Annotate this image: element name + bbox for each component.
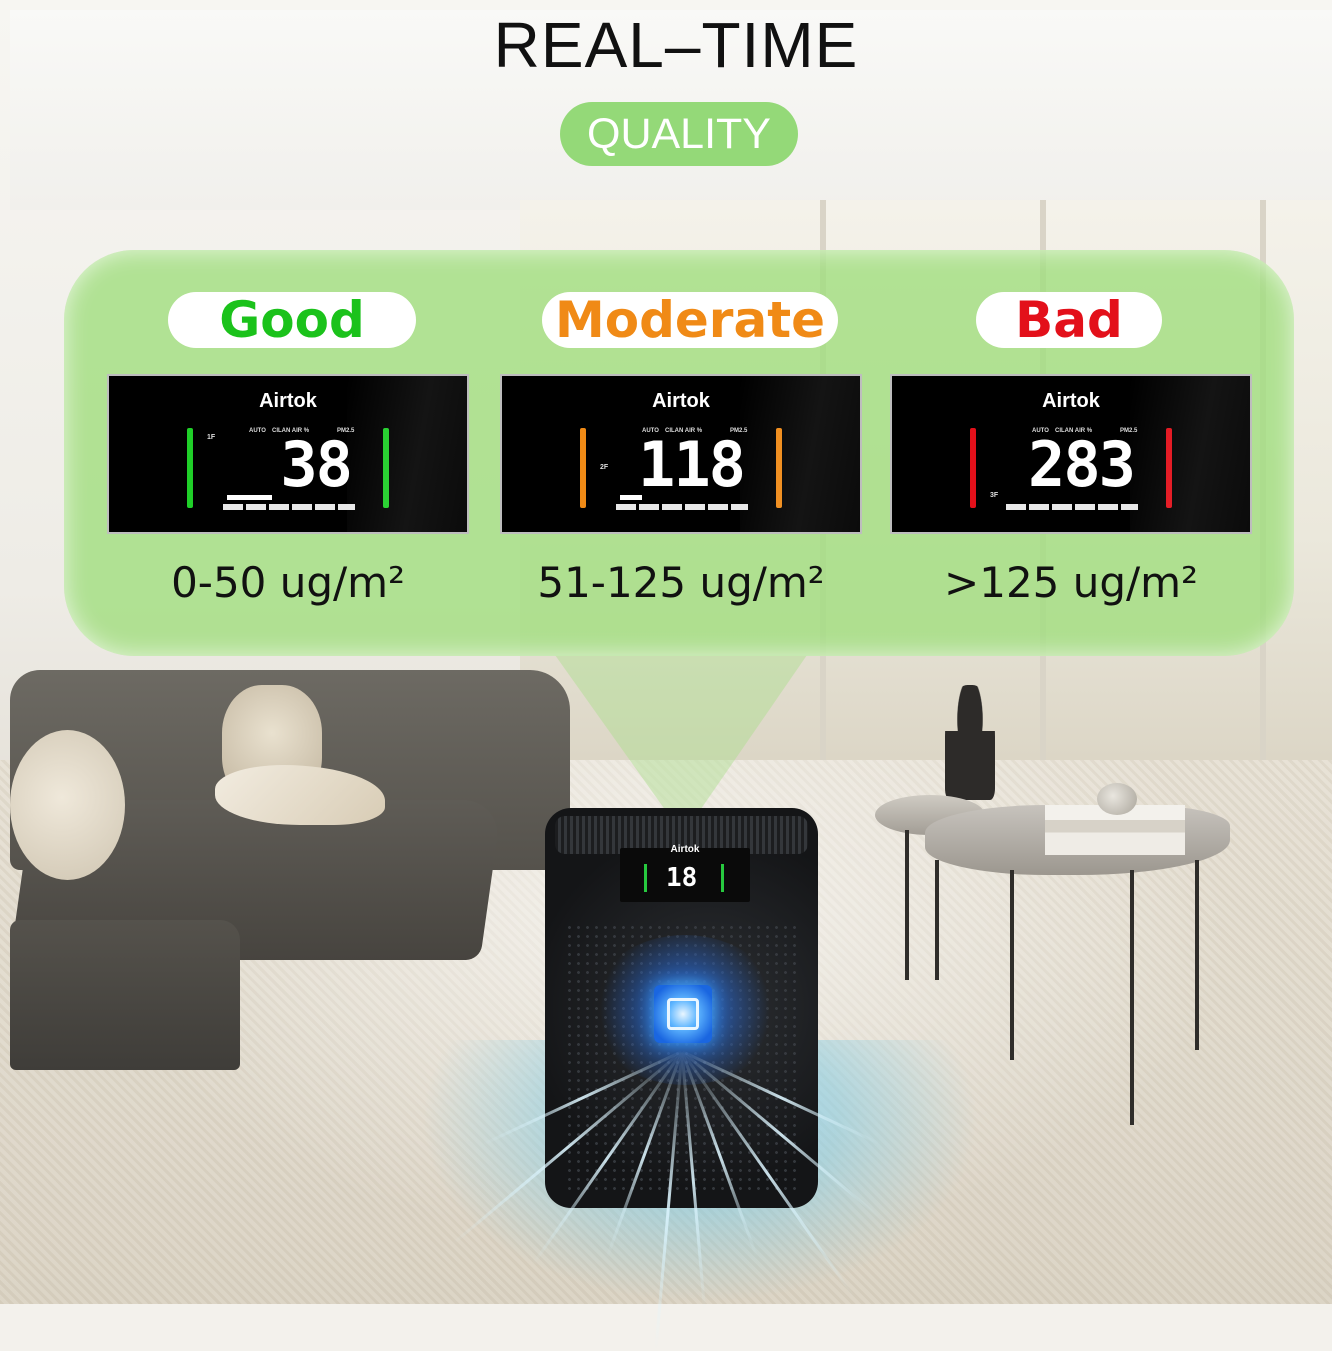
screen-sheen [347,376,467,532]
range-good: 0-50 ug/m² [171,558,405,607]
display-moderate: Airtok AUTO CILAN AIR % PM2.5 2F 118 [500,374,862,534]
screen-sheen [740,376,860,532]
floor-indicator: 1F [207,434,216,441]
level-label-bad: Bad [976,292,1162,348]
decor-stone [1097,783,1137,815]
sofa-front [10,920,240,1070]
display-bad: Airtok AUTO CILAN AIR % PM2.5 3F 283 [890,374,1252,534]
brand-logo: Airtok [670,844,700,855]
table-leg [935,860,939,980]
floor-indicator: 2F [600,464,609,471]
floor-indicator: 3F [990,492,999,499]
level-label-good: Good [168,292,416,348]
quality-badge: QUALITY [560,102,798,166]
display-good: Airtok AUTO CILAN AIR % PM2.5 1F 38 [107,374,469,534]
segment-dash [227,495,272,500]
filter-life-segments [1006,504,1138,510]
screen-sheen [1130,376,1250,532]
filter-life-segments [223,504,355,510]
chip-core [667,998,699,1030]
level-bar-left [970,428,976,508]
sculpture [945,685,995,800]
level-label-moderate: Moderate [542,292,838,348]
page-title: REAL–TIME [493,9,859,81]
level-bar-right [721,864,724,892]
pm-reading: 283 [1028,428,1136,501]
range-bad: >125 ug/m² [944,558,1198,607]
range-moderate: 51-125 ug/m² [537,558,825,607]
table-leg [905,830,909,980]
round-pillow [10,730,125,880]
table-leg [1130,870,1134,1125]
purifier-display: Airtok 18 [620,844,750,902]
filter-life-segments [616,504,748,510]
level-bar-left [580,428,586,508]
table-leg [1195,860,1199,1050]
level-bar-left [644,864,647,892]
pm-reading: 118 [638,428,746,501]
auto-indicator: AUTO [249,428,266,434]
pm-reading: 18 [666,863,698,893]
pm-reading: 38 [280,428,353,501]
level-bar-left [187,428,193,508]
table-leg [1010,870,1014,1060]
